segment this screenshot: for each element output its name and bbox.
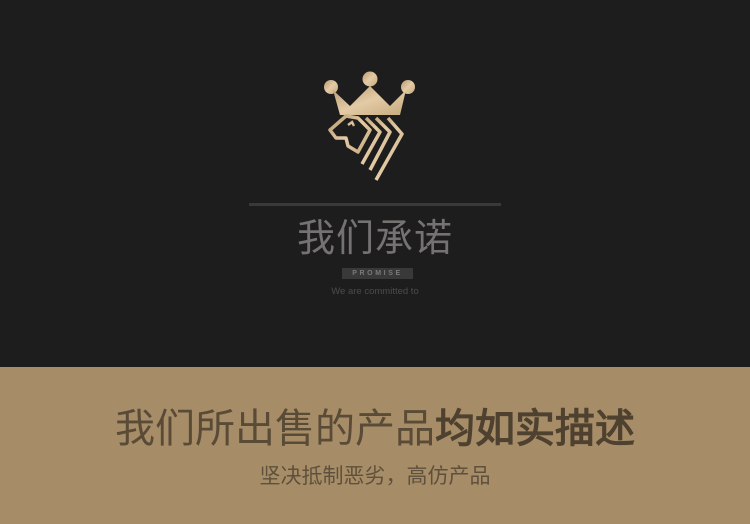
- promise-tagline: 坚决抵制恶劣，高仿产品: [259, 464, 491, 488]
- page-title: 我们承诺: [296, 216, 453, 260]
- headline-regular-text: 我们所出售的产品: [115, 406, 435, 452]
- divider-line: [249, 203, 501, 206]
- subtitle: We are committed to: [331, 286, 419, 297]
- crown-lion-icon: [324, 71, 415, 181]
- promise-headline: 我们所出售的产品均如实描述: [0, 402, 750, 456]
- promise-badge: PROMISE: [342, 268, 413, 279]
- top-section: 我们承诺 PROMISE We are committed to: [0, 0, 750, 367]
- headline-bold-text: 均如实描述: [435, 406, 635, 452]
